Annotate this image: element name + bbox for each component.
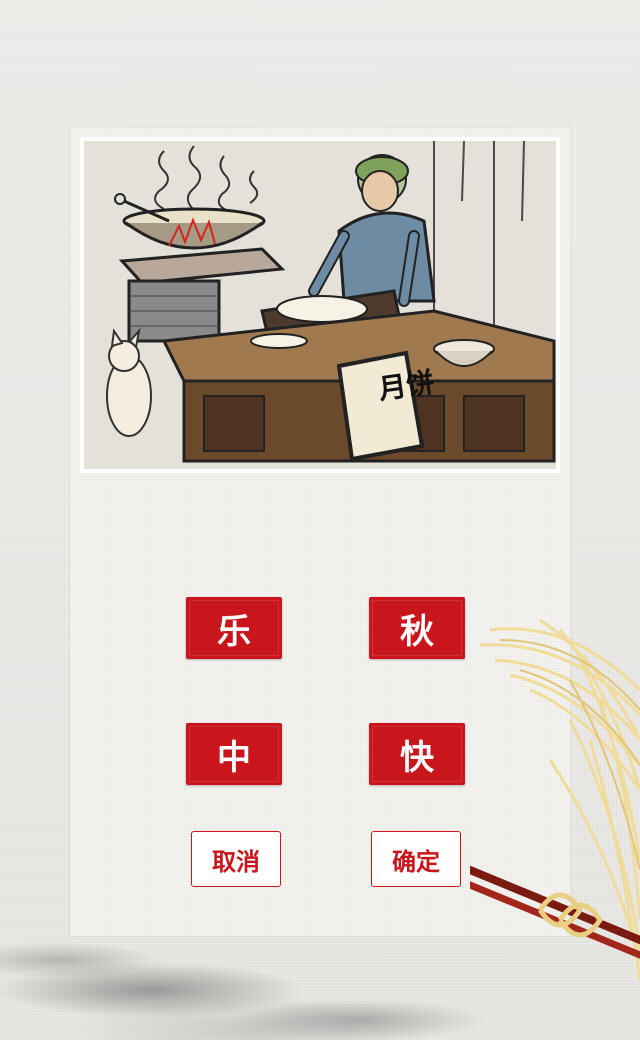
mooncake-illustration: 月饼	[80, 137, 560, 473]
char-tile-4[interactable]: 快	[369, 723, 465, 785]
illustration-drawing: 月饼	[84, 141, 556, 469]
char-tile-3[interactable]: 中	[186, 723, 282, 785]
char-tile-1[interactable]: 乐	[186, 597, 282, 659]
cancel-button[interactable]: 取消	[191, 831, 281, 887]
confirm-button[interactable]: 确定	[371, 831, 461, 887]
char-tile-2[interactable]: 秋	[369, 597, 465, 659]
